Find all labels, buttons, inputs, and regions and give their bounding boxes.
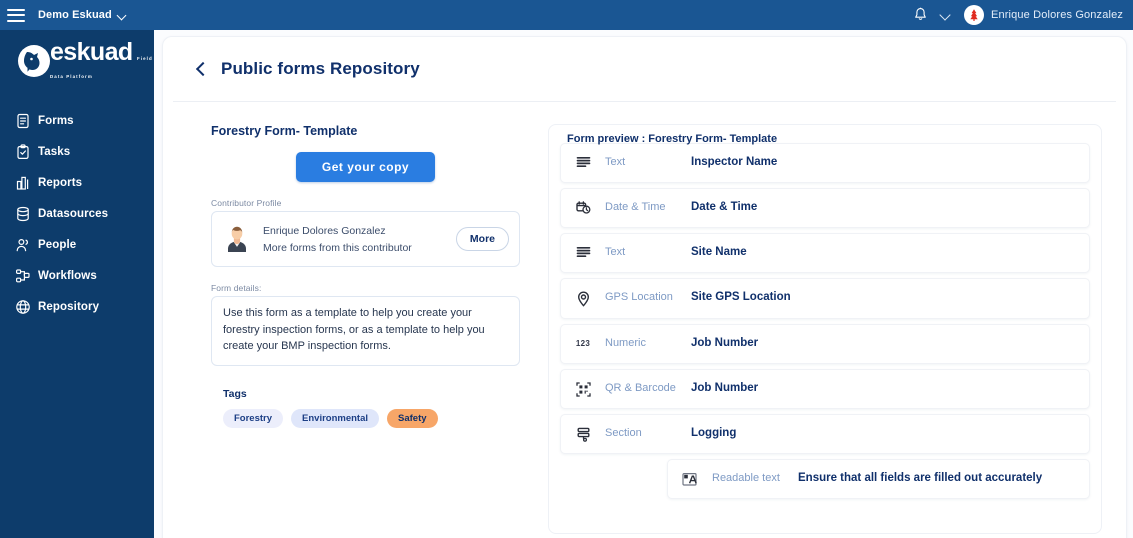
- form-preview-panel: Form preview : Forestry Form- Template T…: [548, 124, 1102, 534]
- avatar: [963, 5, 984, 25]
- document-icon: [8, 113, 38, 129]
- section-icon: [561, 426, 605, 442]
- field-label: Job Number: [691, 382, 759, 394]
- sidebar-item-forms[interactable]: Forms: [0, 105, 154, 136]
- sidebar-item-label: Repository: [38, 300, 100, 313]
- clipboard-check-icon: [8, 143, 38, 160]
- sidebar-item-label: Datasources: [38, 207, 109, 220]
- field-type: QR & Barcode: [605, 382, 676, 394]
- sidebar-item-tasks[interactable]: Tasks: [0, 136, 154, 167]
- form-preview-title: Form preview : Forestry Form- Template: [567, 133, 778, 145]
- sidebar-item-repository[interactable]: Repository: [0, 291, 154, 322]
- form-details-text: Use this form as a template to help you …: [211, 296, 520, 367]
- sidebar-item-label: Forms: [38, 114, 74, 127]
- field-type: Date & Time: [605, 201, 666, 213]
- sidebar-item-label: Tasks: [38, 145, 71, 158]
- form-field-row[interactable]: Section Logging: [560, 414, 1090, 454]
- form-details-label: Form details:: [211, 283, 262, 293]
- bar-chart-icon: [8, 175, 38, 191]
- sidebar-item-datasources[interactable]: Datasources: [0, 198, 154, 229]
- field-type: GPS Location: [605, 291, 673, 303]
- form-field-row[interactable]: QR & Barcode Job Number: [560, 369, 1090, 409]
- form-field-row[interactable]: Date & Time Date & Time: [560, 188, 1090, 228]
- chevron-down-icon: [118, 11, 127, 20]
- form-name: Forestry Form- Template: [211, 124, 358, 138]
- bell-icon[interactable]: [913, 7, 928, 23]
- logo-text: eskuad Field Data Platform: [50, 37, 154, 83]
- tags-list: Forestry Environmental Safety: [211, 409, 520, 429]
- logo-word: eskuad: [50, 37, 133, 66]
- hamburger-icon[interactable]: [7, 8, 25, 22]
- person-avatar: [220, 222, 254, 256]
- field-label: Date & Time: [691, 201, 758, 213]
- logo[interactable]: eskuad Field Data Platform: [0, 30, 154, 92]
- numeric-123-icon: 123: [575, 339, 591, 348]
- top-bar: Demo Eskuad Enrique Dolores Gonzalez: [0, 0, 1133, 30]
- location-pin-icon: [561, 290, 605, 307]
- page-header: Public forms Repository: [185, 37, 1104, 101]
- database-icon: [8, 206, 38, 222]
- user-menu-chevron-icon[interactable]: [940, 9, 952, 21]
- content-columns: Forestry Form- Template Get your copy Co…: [185, 102, 1104, 534]
- form-field-row[interactable]: Readable text Ensure that all fields are…: [667, 459, 1090, 499]
- chevron-left-icon[interactable]: [193, 61, 209, 77]
- field-label: Inspector Name: [691, 156, 778, 168]
- wolf-head-logo-icon: [14, 41, 54, 81]
- user-name: Enrique Dolores Gonzalez: [990, 9, 1123, 21]
- page-title: Public forms Repository: [221, 59, 420, 78]
- form-field-row[interactable]: GPS Location Site GPS Location: [560, 278, 1090, 319]
- contributor-subtitle: More forms from this contributor: [263, 241, 412, 254]
- more-button[interactable]: More: [455, 227, 509, 251]
- main-area: Public forms Repository Forestry Form- T…: [154, 30, 1133, 538]
- field-type: Readable text: [712, 472, 780, 484]
- field-type: Numeric: [605, 337, 646, 349]
- sidebar-nav: Forms Tasks Reports Datasources People W…: [0, 105, 154, 322]
- field-label: Job Number: [691, 337, 759, 349]
- sidebar-item-people[interactable]: People: [0, 229, 154, 260]
- tag-environmental[interactable]: Environmental: [291, 409, 380, 429]
- readable-text-icon: [668, 471, 712, 487]
- form-info-column: Forestry Form- Template Get your copy Co…: [185, 124, 520, 534]
- workflow-icon: [8, 268, 38, 284]
- top-bar-right: Enrique Dolores Gonzalez: [913, 5, 1133, 25]
- sidebar-item-label: People: [38, 238, 77, 251]
- field-label: Logging: [691, 427, 737, 439]
- field-label: Site GPS Location: [691, 291, 791, 303]
- tenant-selector[interactable]: Demo Eskuad: [38, 9, 127, 21]
- field-type: Text: [605, 156, 626, 168]
- cta-row: Get your copy: [211, 152, 520, 182]
- sidebar-item-reports[interactable]: Reports: [0, 167, 154, 198]
- form-preview-rows: Text Inspector Name Date & Time Date & T…: [560, 125, 1090, 499]
- tags-title: Tags: [223, 388, 247, 401]
- get-your-copy-button[interactable]: Get your copy: [295, 152, 436, 182]
- app-root: Demo Eskuad Enrique Dolores Gonzalez esk…: [0, 0, 1133, 538]
- sidebar-item-label: Reports: [38, 176, 83, 189]
- contributor-meta: Enrique Dolores Gonzalez More forms from…: [263, 225, 456, 254]
- sidebar-item-workflows[interactable]: Workflows: [0, 260, 154, 291]
- field-type: Text: [605, 246, 626, 258]
- text-lines-icon: [561, 155, 605, 170]
- field-label: Ensure that all fields are filled out ac…: [798, 472, 1043, 484]
- form-field-row[interactable]: Text Inspector Name: [560, 143, 1090, 183]
- form-field-row[interactable]: Text Site Name: [560, 233, 1090, 273]
- sidebar: eskuad Field Data Platform Forms Tasks R…: [0, 30, 154, 538]
- content-card: Public forms Repository Forestry Form- T…: [162, 36, 1127, 538]
- globe-icon: [8, 299, 38, 315]
- contributor-profile-label: Contributor Profile: [211, 198, 282, 208]
- contributor-card: Enrique Dolores Gonzalez More forms from…: [211, 211, 520, 267]
- tag-safety[interactable]: Safety: [387, 409, 438, 429]
- calendar-clock-icon: [561, 200, 605, 215]
- form-field-row[interactable]: 123 Numeric Job Number: [560, 324, 1090, 364]
- form-preview-column: Form preview : Forestry Form- Template T…: [520, 124, 1104, 534]
- tag-forestry[interactable]: Forestry: [223, 409, 284, 429]
- people-icon: [8, 237, 38, 253]
- tenant-label: Demo Eskuad: [38, 9, 112, 21]
- user-chip[interactable]: Enrique Dolores Gonzalez: [963, 5, 1123, 25]
- contributor-name: Enrique Dolores Gonzalez: [263, 224, 386, 237]
- qr-barcode-icon: [561, 381, 605, 397]
- field-label: Site Name: [691, 246, 747, 258]
- sidebar-item-label: Workflows: [38, 269, 97, 282]
- text-lines-icon: [561, 245, 605, 260]
- field-type: Section: [605, 427, 642, 439]
